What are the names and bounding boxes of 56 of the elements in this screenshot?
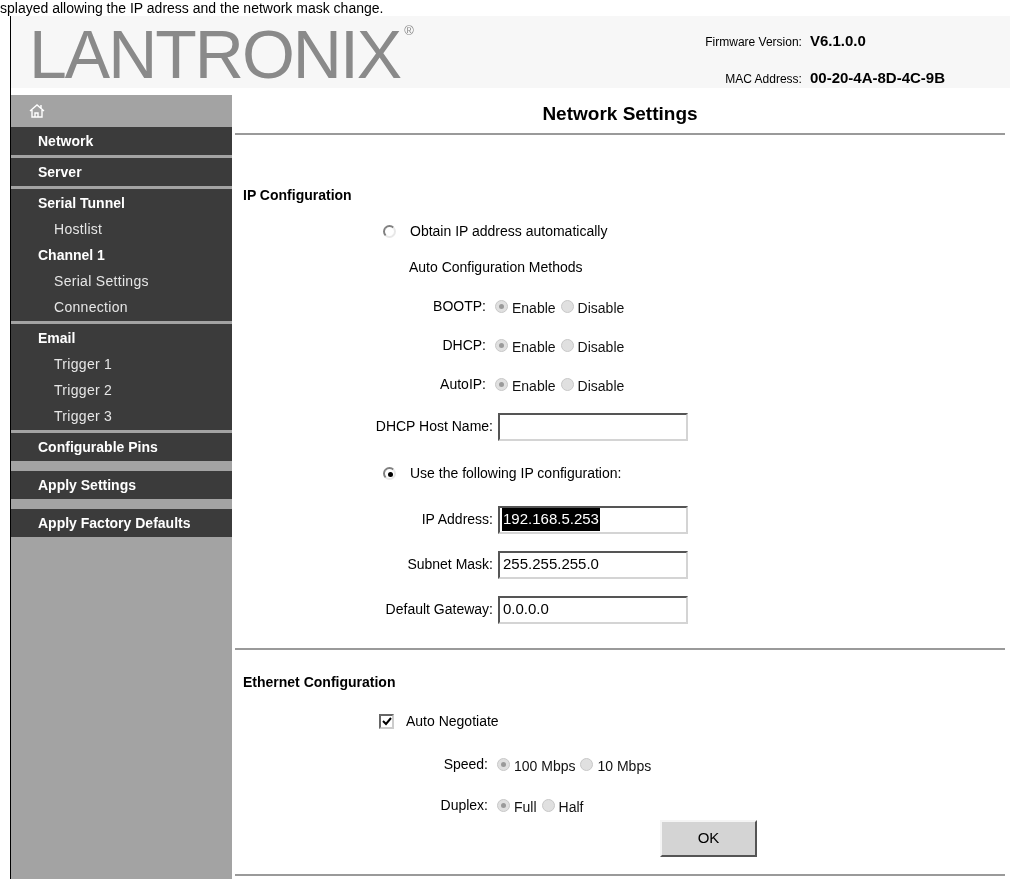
sidebar-link[interactable]: Configurable Pins xyxy=(11,434,232,460)
firmware-value: V6.1.0.0 xyxy=(809,31,867,51)
sidebar-link[interactable]: Apply Factory Defaults xyxy=(11,510,232,536)
sidebar-link[interactable]: Serial Settings xyxy=(11,268,232,294)
page-title: Network Settings xyxy=(235,95,1005,135)
caption: splayed allowing the IP adress and the network mask change. xyxy=(0,0,384,16)
radio-button[interactable] xyxy=(383,224,396,238)
section-heading: IP Configuration xyxy=(243,185,353,205)
radio-label: Full xyxy=(514,797,537,817)
field-label: DHCP: xyxy=(441,335,486,355)
field-label: IP Address: xyxy=(420,510,493,529)
input-field[interactable]: 255.255.255.0 xyxy=(498,550,688,579)
radio-label: 100 Mbps xyxy=(514,756,576,776)
checkbox-label: Auto Negotiate xyxy=(406,711,499,731)
radio-label: Disable xyxy=(577,298,625,318)
field-label: BOOTP: xyxy=(432,296,486,316)
sidebar-link[interactable]: Serial Tunnel xyxy=(11,190,232,216)
mac-label: MAC Address: xyxy=(724,70,802,88)
input-field[interactable]: 0.0.0.0 xyxy=(498,595,688,624)
firmware-label: Firmware Version: xyxy=(705,34,802,51)
sidebar-link[interactable]: Connection xyxy=(11,294,232,320)
sidebar-link[interactable]: Hostlist xyxy=(11,216,232,242)
radio-label: Half xyxy=(558,797,584,817)
section-heading: Ethernet Configuration xyxy=(243,672,397,692)
radio-label: Enable xyxy=(512,337,556,357)
field-label: Duplex: xyxy=(439,795,488,815)
sidebar-link[interactable]: Trigger 2 xyxy=(11,377,232,403)
input-field[interactable] xyxy=(498,412,688,441)
field-label: Speed: xyxy=(442,754,488,774)
group-label: Auto Configuration Methods xyxy=(409,257,584,277)
radio-label: Obtain IP address automatically xyxy=(410,221,608,241)
radio-button[interactable] xyxy=(383,466,396,480)
radio-label: Disable xyxy=(577,376,625,396)
sidebar-link[interactable]: Network xyxy=(11,128,232,154)
input-field[interactable]: 192.168.5.253 xyxy=(498,505,688,534)
registered-mark: ® xyxy=(404,24,414,37)
mac-value: 00-20-4A-8D-4C-9B xyxy=(809,67,945,88)
field-label: AutoIP: xyxy=(439,374,486,394)
ok-button[interactable]: OK xyxy=(660,819,757,857)
field-label: Subnet Mask: xyxy=(406,555,493,574)
sidebar-link[interactable]: Channel 1 xyxy=(11,242,232,268)
sidebar-link[interactable]: Email xyxy=(11,325,232,351)
sidebar-link[interactable]: Trigger 1 xyxy=(11,351,232,377)
radio-label: Disable xyxy=(577,337,625,357)
logo: LANTRONIX xyxy=(29,24,401,84)
checkbox[interactable] xyxy=(379,713,394,729)
sidebar-link[interactable]: Trigger 3 xyxy=(11,403,232,429)
sidebar-link[interactable]: Server xyxy=(11,159,232,185)
field-label: DHCP Host Name: xyxy=(374,417,493,436)
radio-label: Enable xyxy=(512,376,556,396)
sidebar-link[interactable]: Apply Settings xyxy=(11,472,232,498)
radio-label: Enable xyxy=(512,298,556,318)
radio-label: Use the following IP configuration: xyxy=(410,463,622,483)
home-icon[interactable] xyxy=(28,102,46,119)
field-label: Default Gateway: xyxy=(384,600,493,619)
radio-label: 10 Mbps xyxy=(597,756,652,776)
